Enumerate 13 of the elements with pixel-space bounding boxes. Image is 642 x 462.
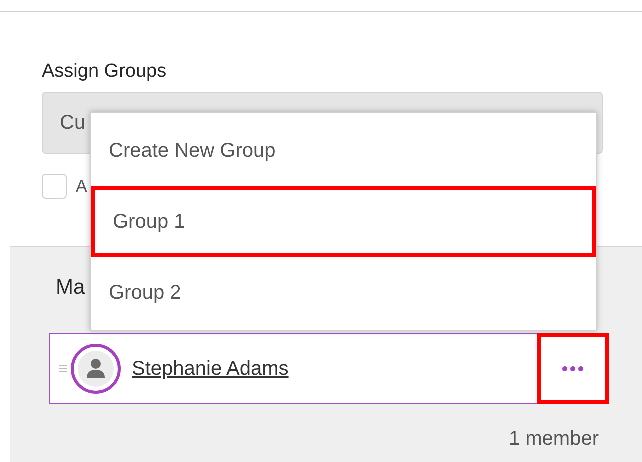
member-count: 1 member	[508, 427, 599, 452]
menu-item[interactable]: Group 2	[91, 257, 596, 328]
avatar-icon	[71, 344, 121, 394]
field-label: Assign Groups	[42, 60, 168, 84]
checkbox[interactable]	[42, 174, 67, 200]
menu-item[interactable]: Group 1	[91, 186, 596, 257]
more-icon	[562, 366, 584, 372]
menu-item[interactable]: Create New Group	[91, 115, 596, 186]
drag-handle-icon[interactable]	[59, 364, 67, 372]
panel-title: Ma	[56, 275, 86, 301]
more-button[interactable]	[537, 333, 609, 404]
checkbox-label: A	[76, 176, 88, 198]
member-name-link[interactable]: Stephanie Adams	[132, 354, 289, 384]
